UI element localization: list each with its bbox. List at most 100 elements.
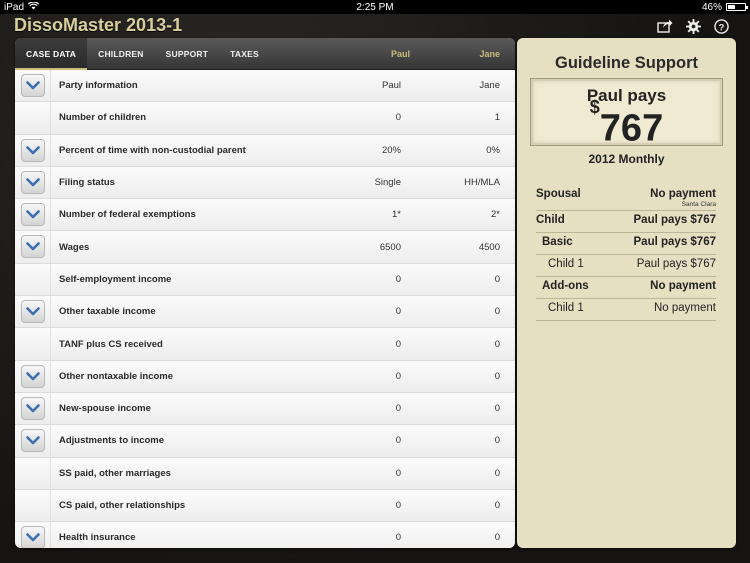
row-label: Health insurance (59, 532, 136, 544)
row-value-jane[interactable]: Jane (435, 80, 500, 91)
row-value-jane[interactable]: 0 (435, 532, 500, 543)
row-value-paul[interactable]: 0 (335, 339, 401, 350)
tab-support[interactable]: SUPPORT (155, 38, 220, 70)
expand-button[interactable] (21, 364, 45, 388)
expand-button[interactable] (21, 138, 45, 162)
row-value-paul[interactable]: 0 (335, 112, 401, 123)
row-value-jane[interactable]: 0 (435, 403, 500, 414)
table-row[interactable]: TANF plus CS received 0 0 (15, 328, 515, 361)
row-gutter (15, 263, 51, 296)
row-gutter (15, 328, 51, 360)
expand-button[interactable] (21, 526, 45, 548)
row-value-paul[interactable]: 20% (335, 145, 401, 156)
table-row[interactable]: Wages 6500 4500 (15, 231, 515, 264)
row-value-jane[interactable]: 4500 (435, 242, 500, 253)
table-row[interactable]: Filing status Single HH/MLA (15, 166, 515, 200)
row-value-jane[interactable]: 0% (435, 145, 500, 156)
gear-icon[interactable] (684, 17, 702, 35)
row-value-jane[interactable]: 0 (435, 500, 500, 511)
summary-key: Child 1 (548, 302, 584, 314)
row-value-jane[interactable]: 0 (435, 274, 500, 285)
row-value-paul[interactable]: Single (335, 177, 401, 188)
share-icon[interactable] (656, 17, 674, 35)
chevron-down-icon (26, 371, 40, 381)
device-label: iPad (4, 1, 25, 13)
expand-button[interactable] (21, 203, 45, 227)
expand-button[interactable] (21, 74, 45, 97)
row-value-jane[interactable]: 0 (435, 371, 500, 382)
expand-button[interactable] (21, 235, 45, 259)
tab-taxes[interactable]: TAXES (219, 38, 270, 70)
row-label: New-spouse income (59, 403, 151, 415)
row-value-paul[interactable]: 0 (335, 403, 401, 414)
row-value-paul[interactable]: 0 (335, 435, 401, 446)
row-value-paul[interactable]: 0 (335, 306, 401, 317)
row-gutter (15, 457, 51, 489)
table-row[interactable]: Number of federal exemptions 1* 2* (15, 199, 515, 232)
summary-row: Child Paul pays $767 (536, 211, 716, 233)
row-value-jane[interactable]: 0 (435, 468, 500, 479)
row-value-jane[interactable]: 0 (435, 339, 500, 350)
table-row[interactable]: Self-employment income 0 0 (15, 263, 515, 297)
row-value-paul[interactable]: 0 (335, 371, 401, 382)
summary-key: Spousal (536, 188, 581, 200)
table-row[interactable]: Number of children 0 1 (15, 102, 515, 135)
chevron-down-icon (26, 307, 40, 316)
row-value-jane[interactable]: 0 (435, 435, 500, 446)
row-label: Filing status (59, 177, 115, 189)
table-row[interactable]: Other nontaxable income 0 0 (15, 360, 515, 393)
case-data-list: Party information Paul Jane Number of child… (15, 70, 515, 548)
summary-key: Child (536, 214, 565, 226)
summary-key: Add-ons (542, 280, 589, 292)
row-value-jane[interactable]: 2* (435, 209, 500, 220)
row-value-jane[interactable]: HH/MLA (435, 177, 500, 188)
table-row[interactable]: Percent of time with non-custodial paren… (15, 134, 515, 167)
row-label: CS paid, other relationships (59, 500, 186, 511)
table-row[interactable]: Health insurance 0 0 (15, 522, 515, 548)
chevron-down-icon (26, 145, 40, 155)
chevron-down-icon (26, 81, 40, 90)
battery-percent: 46% (701, 1, 722, 13)
table-row[interactable]: Other taxable income 0 0 (15, 296, 515, 329)
summary-value: No payment (653, 302, 716, 314)
row-value-paul[interactable]: 6500 (335, 242, 401, 253)
row-value-paul[interactable]: 0 (335, 532, 401, 543)
row-value-jane[interactable]: 1 (435, 112, 500, 123)
summary-value: Paul pays $767 (633, 236, 716, 248)
row-label: Self-employment income (59, 273, 172, 285)
chevron-down-icon (26, 178, 40, 187)
wifi-icon (27, 0, 40, 13)
table-row[interactable]: New-spouse income 0 0 (15, 392, 515, 426)
payment-box: Paul pays $767 (530, 78, 723, 148)
table-row[interactable]: SS paid, other marriages 0 0 (15, 457, 515, 490)
row-value-paul[interactable]: 0 (335, 500, 401, 511)
row-value-paul[interactable]: Paul (335, 80, 401, 91)
table-row[interactable]: Party information Paul Jane (15, 70, 515, 103)
period-label: 2012 Monthly (588, 152, 665, 166)
row-value-paul[interactable]: 0 (335, 274, 401, 285)
support-summary: Spousal No payment Santa Clara Child Paul pa… (536, 185, 716, 321)
payment-amount: $767 (531, 97, 722, 148)
tab-case-data[interactable]: CASE DATA (15, 38, 88, 70)
row-label: Number of children (59, 112, 147, 124)
row-value-paul[interactable]: 0 (335, 468, 401, 479)
row-label: Other taxable income (59, 306, 156, 318)
row-value-paul[interactable]: 1* (335, 209, 401, 220)
expand-button[interactable] (21, 170, 45, 194)
expand-button[interactable] (21, 300, 45, 324)
row-value-jane[interactable]: 0 (435, 306, 500, 317)
summary-row: Child 1 Paul pays $767 (536, 255, 716, 277)
row-label: Number of federal exemptions (59, 209, 196, 221)
table-row[interactable]: CS paid, other relationships 0 0 (15, 489, 515, 523)
help-icon[interactable]: ? (712, 17, 730, 35)
expand-button[interactable] (21, 396, 45, 420)
expand-button[interactable] (21, 429, 45, 453)
chevron-down-icon (26, 242, 40, 251)
table-row[interactable]: Adjustments to income 0 0 (15, 425, 515, 458)
tab-children[interactable]: CHILDREN (87, 38, 155, 70)
chevron-down-icon (26, 533, 40, 542)
row-label: Adjustments to income (59, 435, 165, 447)
summary-value: No payment Santa Clara (650, 188, 716, 208)
summary-row: Add-ons No payment (536, 277, 716, 299)
row-label: SS paid, other marriages (59, 467, 171, 479)
